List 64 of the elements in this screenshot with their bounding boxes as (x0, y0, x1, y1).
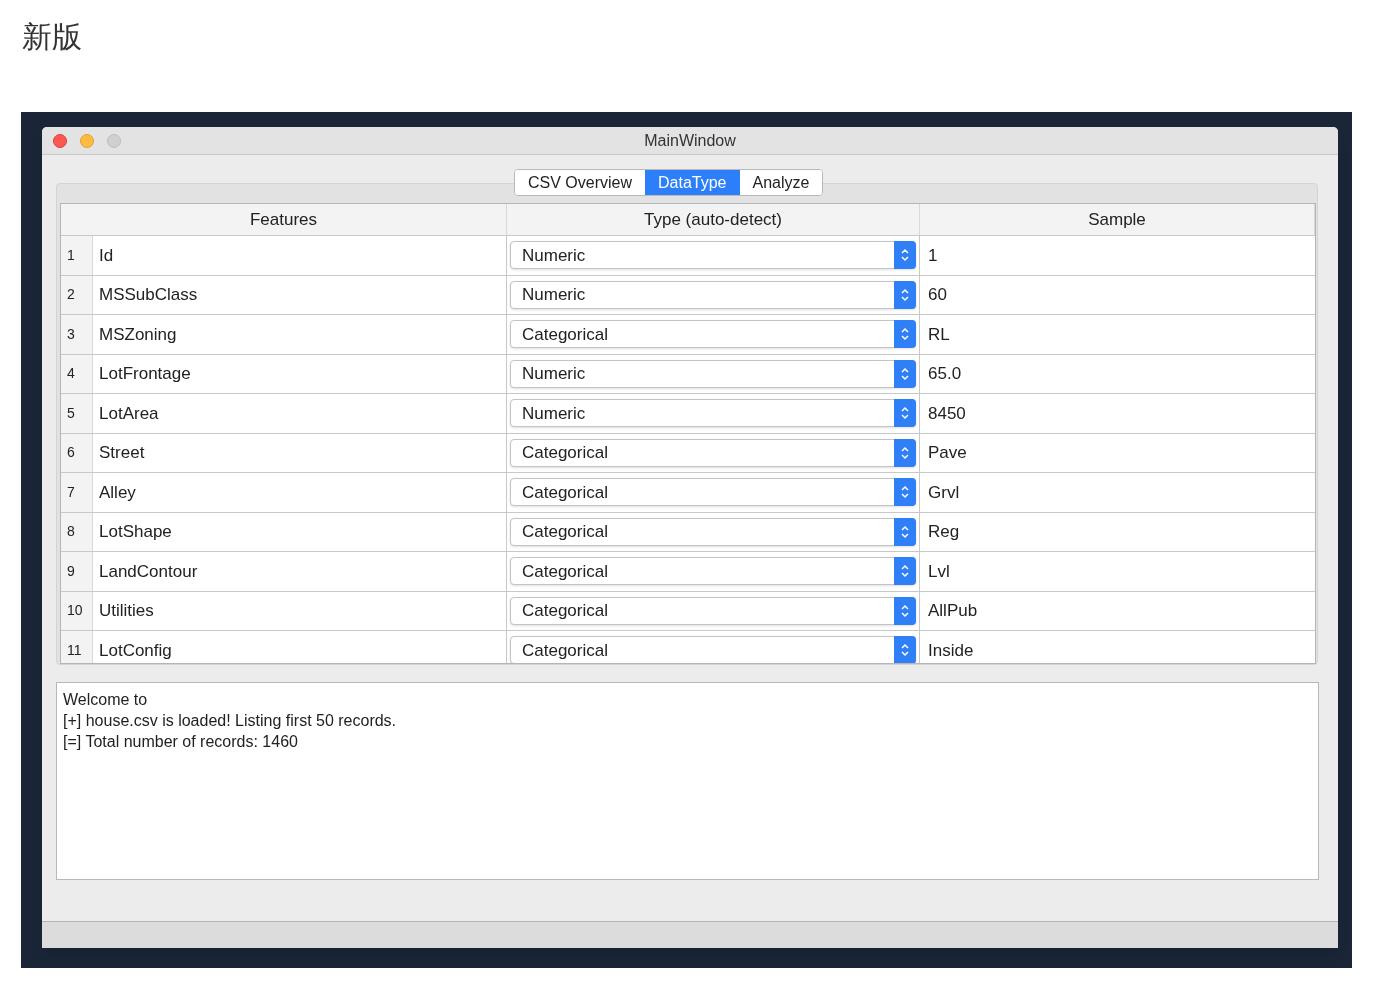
row-number: 1 (67, 245, 75, 265)
feature-name: LandContour (99, 560, 198, 583)
type-dropdown[interactable]: Categorical (510, 596, 916, 625)
row-number: 10 (67, 601, 83, 621)
feature-name: MSSubClass (99, 284, 198, 306)
sample-value: 60 (928, 284, 947, 306)
stepper-icon (894, 241, 916, 270)
sample-value: 65.0 (928, 363, 962, 385)
row-number: 7 (67, 482, 75, 502)
type-dropdown[interactable]: Categorical (510, 636, 916, 663)
type-dropdown[interactable]: Categorical (510, 438, 916, 467)
sample-value: 1 (928, 244, 938, 267)
stepper-icon (894, 438, 916, 467)
stepper-icon (894, 517, 916, 546)
type-dropdown[interactable]: Numeric (510, 280, 916, 309)
sample-value: RL (928, 323, 950, 346)
row-number: 9 (67, 561, 75, 581)
type-dropdown[interactable]: Categorical (510, 557, 916, 586)
sample-value: Pave (928, 442, 967, 464)
sample-value: Lvl (928, 560, 950, 583)
page-heading: 新版 (22, 18, 82, 56)
log-output: Welcome to [+] house.csv is loaded! Listing first 50 records. [=] Total number of records: 1460 (56, 682, 1319, 880)
type-dropdown[interactable]: Categorical (510, 478, 916, 507)
stepper-icon (894, 280, 916, 309)
type-dropdown[interactable]: Categorical (510, 517, 916, 546)
sample-value: 8450 (928, 402, 966, 425)
sample-value: Inside (928, 639, 974, 662)
sample-value: AllPub (928, 600, 978, 622)
row-number: 4 (67, 364, 75, 384)
type-dropdown[interactable]: Numeric (510, 359, 916, 388)
feature-name: MSZoning (99, 323, 177, 346)
tab[interactable]: DataType (645, 170, 740, 195)
stepper-icon (894, 478, 916, 507)
row-number: 6 (67, 443, 75, 463)
stepper-icon (894, 557, 916, 586)
stepper-icon (894, 359, 916, 388)
column-header: Type (auto-detect) (644, 208, 782, 231)
row-number: 5 (67, 403, 75, 423)
feature-name: Id (99, 244, 114, 267)
type-dropdown[interactable]: Categorical (510, 320, 916, 349)
close-button[interactable] (53, 134, 67, 148)
feature-name: Street (99, 442, 145, 464)
row-number: 2 (67, 285, 75, 305)
column-header: Sample (1088, 208, 1146, 231)
sample-value: Grvl (928, 481, 960, 504)
feature-name: LotArea (99, 402, 159, 425)
feature-name: Alley (99, 481, 136, 504)
type-dropdown[interactable]: Numeric (510, 399, 916, 428)
stepper-icon (894, 596, 916, 625)
feature-name: LotShape (99, 521, 172, 543)
stepper-icon (894, 320, 916, 349)
row-number: 8 (67, 522, 75, 542)
feature-name: LotConfig (99, 639, 172, 662)
type-dropdown[interactable]: Numeric (510, 241, 916, 270)
row-number: 3 (67, 324, 75, 344)
minimize-button[interactable] (80, 134, 94, 148)
feature-name: LotFrontage (99, 363, 191, 385)
sample-value: Reg (928, 521, 960, 543)
feature-name: Utilities (99, 600, 154, 622)
stepper-icon (894, 399, 916, 428)
window-title: MainWindow (644, 130, 736, 151)
row-number: 11 (67, 640, 82, 660)
column-header: Features (249, 208, 318, 231)
zoom-button[interactable] (107, 134, 121, 148)
